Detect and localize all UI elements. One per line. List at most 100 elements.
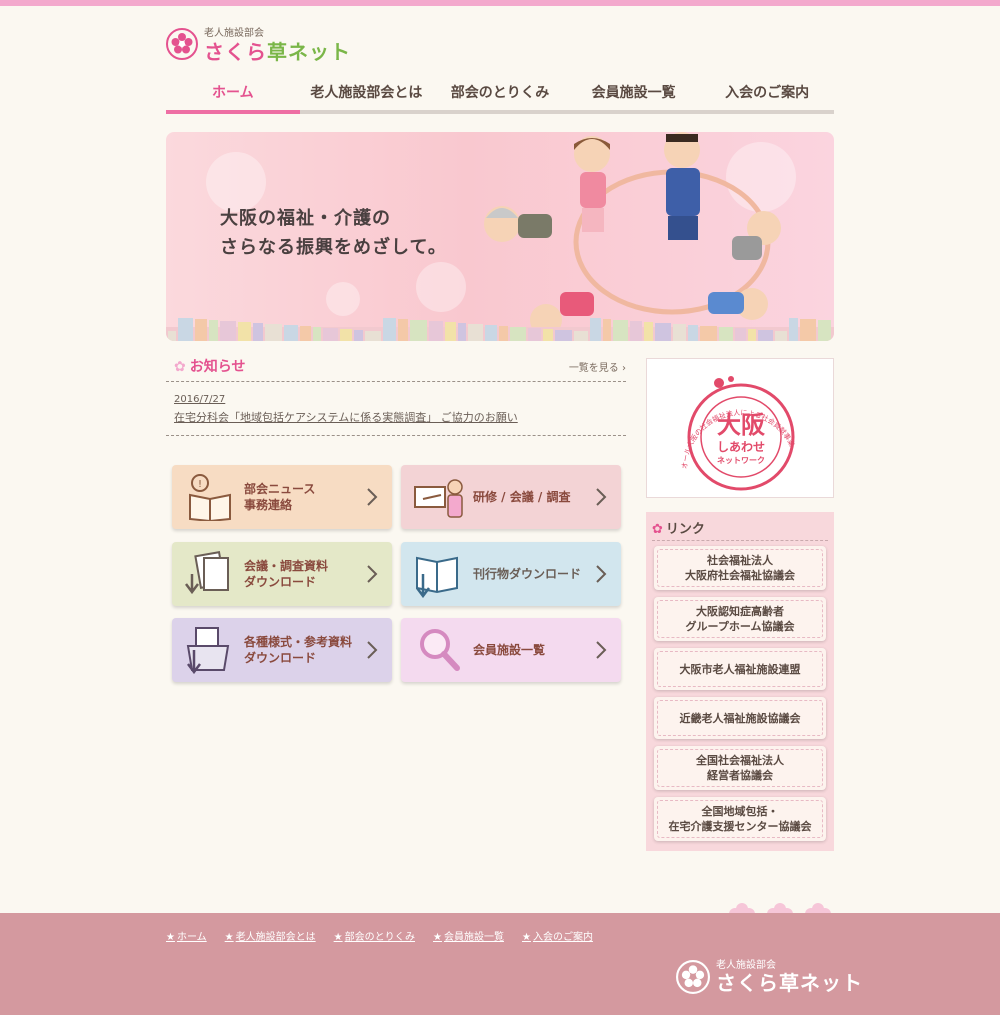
chevron-right-icon: › [622, 363, 626, 374]
link-kinki-elderly-welfare[interactable]: 近畿老人福祉施設協議会 [654, 697, 826, 739]
news-link[interactable]: 在宅分科会「地域包括ケアシステムに係る実態調査」 ご協力のお願い [174, 409, 518, 425]
hero-banner: 大阪の福祉・介護の さらなる振興をめざして。 [166, 132, 834, 341]
folder-download-icon [186, 627, 230, 674]
link-osaka-city-elderly-welfare[interactable]: 大阪市老人福祉施設連盟 [654, 648, 826, 690]
skyline-building [398, 319, 408, 341]
link-national-social-welfare-managers[interactable]: 全国社会福祉法人 経営者協議会 [654, 746, 826, 790]
menu-tile-meeting-docs[interactable]: 会議・調査資料 ダウンロード [172, 542, 392, 606]
skyline-building [528, 328, 541, 341]
logo-title-post: ネット [288, 40, 351, 64]
skyline-building [323, 328, 338, 341]
star-bullet-icon: ★ [433, 932, 442, 943]
osaka-happiness-network-banner[interactable]: オール大阪の社会福祉法人による社会貢献事業 大阪 しあわせ ネットワーク [646, 358, 834, 498]
link-label: 大阪認知症高齢者 グループホーム協議会 [685, 605, 795, 633]
footer-link-label: ホーム [176, 932, 207, 943]
news-date: 2016/7/27 [174, 394, 226, 405]
footer-nav: ★ ホーム ★ 老人施設部会とは ★ 部会のとりくみ ★ 会員施設一覧 ★ 入会のご案内 [166, 928, 593, 943]
badge-main-text: 大阪 [717, 411, 765, 439]
nav-about[interactable]: 老人施設部会とは [300, 76, 434, 110]
news-more-link[interactable]: 一覧を見る › [569, 359, 626, 374]
footer-link-join[interactable]: ★ 入会のご案内 [522, 928, 593, 943]
link-label: 全国地域包括・ 在宅介護支援センター協議会 [668, 805, 812, 833]
star-bullet-icon: ★ [166, 932, 175, 943]
footer-link-label: 会員施設一覧 [443, 932, 504, 943]
link-national-community-care-centers[interactable]: 全国地域包括・ 在宅介護支援センター協議会 [654, 797, 826, 841]
skyline-building [590, 318, 601, 341]
sakura-flower-logo-icon [166, 28, 198, 60]
nav-member-facilities[interactable]: 会員施設一覧 [567, 76, 701, 110]
link-label: 全国社会福祉法人 経営者協議会 [696, 754, 784, 782]
menu-tile-training[interactable]: 研修 / 会議 / 調査 [401, 465, 621, 529]
skyline-building [719, 327, 733, 341]
top-accent-bar [0, 0, 1000, 6]
skyline-building [209, 320, 218, 341]
skyline-building [818, 320, 831, 341]
site-logo[interactable]: 老人施設部会 さくら草ネット [166, 22, 350, 66]
nav-home[interactable]: ホーム [166, 76, 300, 114]
skyline-building [168, 331, 176, 341]
menu-tile-publications[interactable]: 刊行物ダウンロード [401, 542, 621, 606]
hero-line-2: さらなる振興をめざして。 [220, 237, 447, 258]
osaka-happiness-network-logo: オール大阪の社会福祉法人による社会貢献事業 大阪 しあわせ ネットワーク [681, 376, 797, 491]
skyline-building [655, 323, 671, 341]
footer-link-home[interactable]: ★ ホーム [166, 928, 207, 943]
footer-logo-title: さくら草ネット [716, 971, 863, 995]
footer-link-label: 部会のとりくみ [344, 932, 416, 943]
footer-link-member-facilities[interactable]: ★ 会員施設一覧 [433, 928, 504, 943]
skyline-building [238, 322, 251, 341]
divider [652, 540, 828, 541]
skyline-building [300, 326, 311, 341]
link-osaka-dementia-group-home[interactable]: 大阪認知症高齢者 グループホーム協議会 [654, 597, 826, 641]
footer-link-activities[interactable]: ★ 部会のとりくみ [334, 928, 415, 943]
hero-tagline: 大阪の福祉・介護の さらなる振興をめざして。 [220, 204, 447, 262]
link-label: 近畿老人福祉施設協議会 [679, 711, 801, 725]
nav-activities[interactable]: 部会のとりくみ [433, 76, 567, 110]
footer-logo[interactable]: 老人施設部会 さくら草ネット [676, 956, 862, 996]
people-circle-illustration [484, 132, 781, 332]
menu-tile-label: 研修 / 会議 / 調査 [473, 490, 571, 504]
logo-title-pre: さくら [204, 40, 267, 64]
lecturer-icon [414, 479, 463, 518]
skyline-building [383, 318, 396, 341]
documents-download-icon [185, 551, 229, 595]
news-more-text[interactable]: 一覧を見る [569, 363, 619, 374]
footer-link-label: 老人施設部会とは [235, 932, 316, 943]
skyline-building [313, 327, 321, 341]
nav-join[interactable]: 入会のご案内 [700, 76, 834, 110]
menu-tile-label: 会員施設一覧 [473, 643, 546, 657]
main-nav: ホーム 老人施設部会とは 部会のとりくみ 会員施設一覧 入会のご案内 [166, 76, 834, 114]
menu-tile-member-facilities[interactable]: 会員施設一覧 [401, 618, 621, 682]
magnifier-icon [420, 629, 460, 671]
menu-tile-forms[interactable]: 各種様式・参考資料 ダウンロード [172, 618, 392, 682]
skyline-building [603, 319, 611, 341]
sakura-flower-logo-icon [676, 960, 710, 994]
badge-sub2-text: ネットワーク [717, 455, 765, 465]
badge-sub-text: しあわせ [717, 440, 765, 454]
skyline-building [458, 323, 466, 341]
skyline-building [748, 329, 756, 341]
chevron-right-icon [596, 641, 607, 659]
link-osaka-social-welfare-council[interactable]: 社会福祉法人 大阪府社会福祉協議会 [654, 546, 826, 590]
skyline-building [555, 330, 572, 341]
menu-tile-label: 会議・調査資料 ダウンロード [244, 559, 329, 589]
chevron-right-icon [596, 565, 607, 583]
chevron-right-icon [367, 641, 378, 659]
skyline-building [220, 321, 236, 341]
logo-title-mid: 草 [267, 40, 288, 64]
menu-tile-label: 刊行物ダウンロード [473, 567, 582, 581]
menu-tile-news[interactable]: ! 部会ニュース 事務連絡 [172, 465, 392, 529]
link-label: 大阪市老人福祉施設連盟 [679, 662, 801, 676]
skyline-building [735, 328, 746, 341]
flower-bullet-icon: ✿ [174, 359, 186, 375]
skyline-building [485, 325, 497, 341]
skyline-building [410, 320, 427, 341]
skyline-building [445, 322, 456, 341]
footer: ★ ホーム ★ 老人施設部会とは ★ 部会のとりくみ ★ 会員施設一覧 ★ 入会のご案内 [0, 913, 1000, 1015]
footer-link-about[interactable]: ★ 老人施設部会とは [225, 928, 316, 943]
links-panel: ✿ リンク 社会福祉法人 大阪府社会福祉協議会 大阪認知症高齢者 グループホーム協… [646, 512, 834, 851]
chevron-right-icon [367, 565, 378, 583]
menu-tile-label: 各種様式・参考資料 ダウンロード [244, 635, 353, 665]
skyline-building [468, 324, 483, 341]
news-item: 2016/7/27 在宅分科会「地域包括ケアシステムに係る実態調査」 ご協力のお… [166, 392, 626, 436]
skyline-building [178, 318, 193, 341]
